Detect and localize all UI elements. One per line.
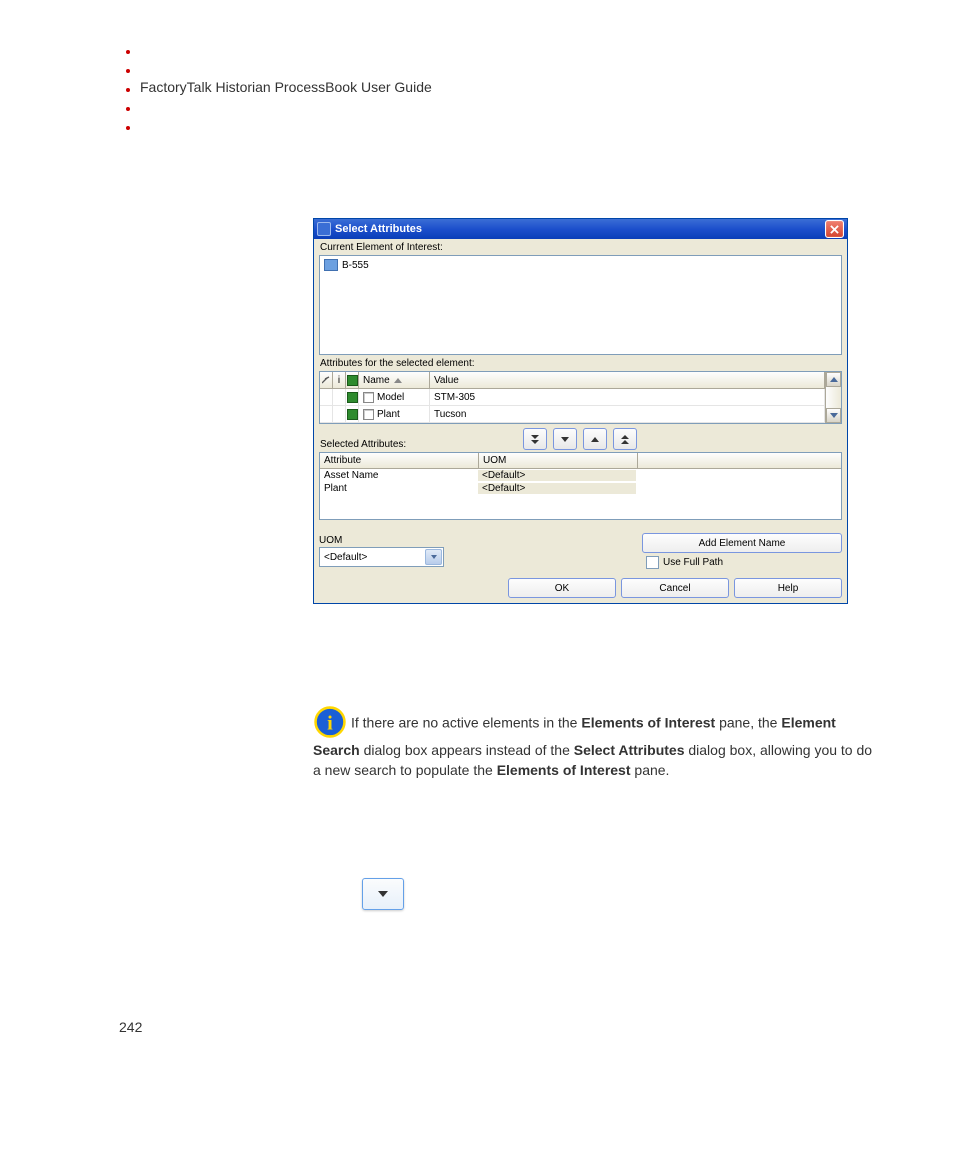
move-down-button[interactable] [523,428,547,450]
sel-row[interactable]: Plant <Default> [320,482,841,495]
move-up-single-button[interactable] [583,428,607,450]
move-down-single-button[interactable] [553,428,577,450]
scroll-up-button[interactable] [826,372,841,387]
use-full-path-checkbox[interactable] [646,556,659,569]
sel-attribute-cell: Asset Name [320,470,478,481]
selected-attributes-table: Attribute UOM Asset Name <Default> Plant… [319,452,842,520]
element-icon [324,259,338,271]
chevron-up-icon [830,377,838,382]
help-button[interactable]: Help [734,578,842,598]
attr-item-icon [363,392,374,403]
attributes-label: Attributes for the selected element: [314,355,847,371]
cancel-button[interactable]: Cancel [621,578,729,598]
dropdown-button[interactable] [425,549,442,565]
close-button[interactable] [825,220,844,238]
attr-col-marker1[interactable] [320,372,333,388]
chevron-down-icon [830,413,838,418]
header-bullets [126,50,130,145]
attributes-table: i Name Value Model STM-305 [319,371,842,424]
svg-text:i: i [327,713,333,735]
current-element-label: Current Element of Interest: [314,239,847,255]
sort-asc-icon [394,378,402,383]
dialog-title: Select Attributes [335,223,422,235]
dialog-icon [317,222,331,236]
sel-col-attribute[interactable]: Attribute [320,453,479,468]
sel-attribute-cell: Plant [320,483,478,494]
attr-scrollbar[interactable] [825,372,841,423]
move-up-button[interactable] [613,428,637,450]
scroll-down-button[interactable] [826,408,841,423]
dialog-titlebar[interactable]: Select Attributes [314,219,847,239]
element-tree-pane[interactable]: B-555 [319,255,842,355]
tree-item-label: B-555 [342,260,369,271]
sel-row[interactable]: Asset Name <Default> [320,469,841,482]
sel-col-spacer [638,453,841,468]
dropdown-button-figure [362,878,404,910]
page-number: 242 [119,1019,142,1035]
selected-attributes-label: Selected Attributes: [320,439,406,450]
sel-uom-cell: <Default> [478,470,636,481]
ok-button[interactable]: OK [508,578,616,598]
uom-label: UOM [319,535,444,546]
attr-value-cell: STM-305 [430,389,825,405]
attr-col-name[interactable]: Name [359,372,430,388]
attr-value-cell: Tucson [430,406,825,422]
chevron-down-icon [561,437,569,442]
add-element-name-button[interactable]: Add Element Name [642,533,842,553]
chevron-up-icon [591,437,599,442]
select-attributes-dialog: Select Attributes Current Element of Int… [313,218,848,604]
info-icon: i [313,705,347,739]
uom-combobox[interactable]: <Default> [319,547,444,567]
sel-col-uom[interactable]: UOM [479,453,638,468]
attr-row[interactable]: Model STM-305 [320,389,825,406]
attr-item-icon [363,409,374,420]
attr-col-value[interactable]: Value [430,372,825,388]
tree-item[interactable]: B-555 [324,259,837,271]
attr-row[interactable]: Plant Tucson [320,406,825,423]
attr-col-marker3[interactable] [346,372,359,388]
use-full-path-label: Use Full Path [663,557,723,568]
attr-name-cell: Plant [377,409,400,420]
attr-type-icon [347,392,358,403]
double-chevron-down-icon [531,435,539,444]
uom-value: <Default> [324,552,367,563]
sel-uom-cell: <Default> [478,483,636,494]
attr-col-marker2[interactable]: i [333,372,346,388]
chevron-down-icon [378,891,388,897]
attr-type-icon [347,409,358,420]
page-header-title: FactoryTalk Historian ProcessBook User G… [140,79,432,95]
attr-name-cell: Model [377,392,404,403]
double-chevron-up-icon [621,435,629,444]
use-full-path-checkbox-row[interactable]: Use Full Path [642,556,842,569]
chevron-down-icon [431,555,437,559]
info-note: i If there are no active elements in the… [313,707,873,780]
